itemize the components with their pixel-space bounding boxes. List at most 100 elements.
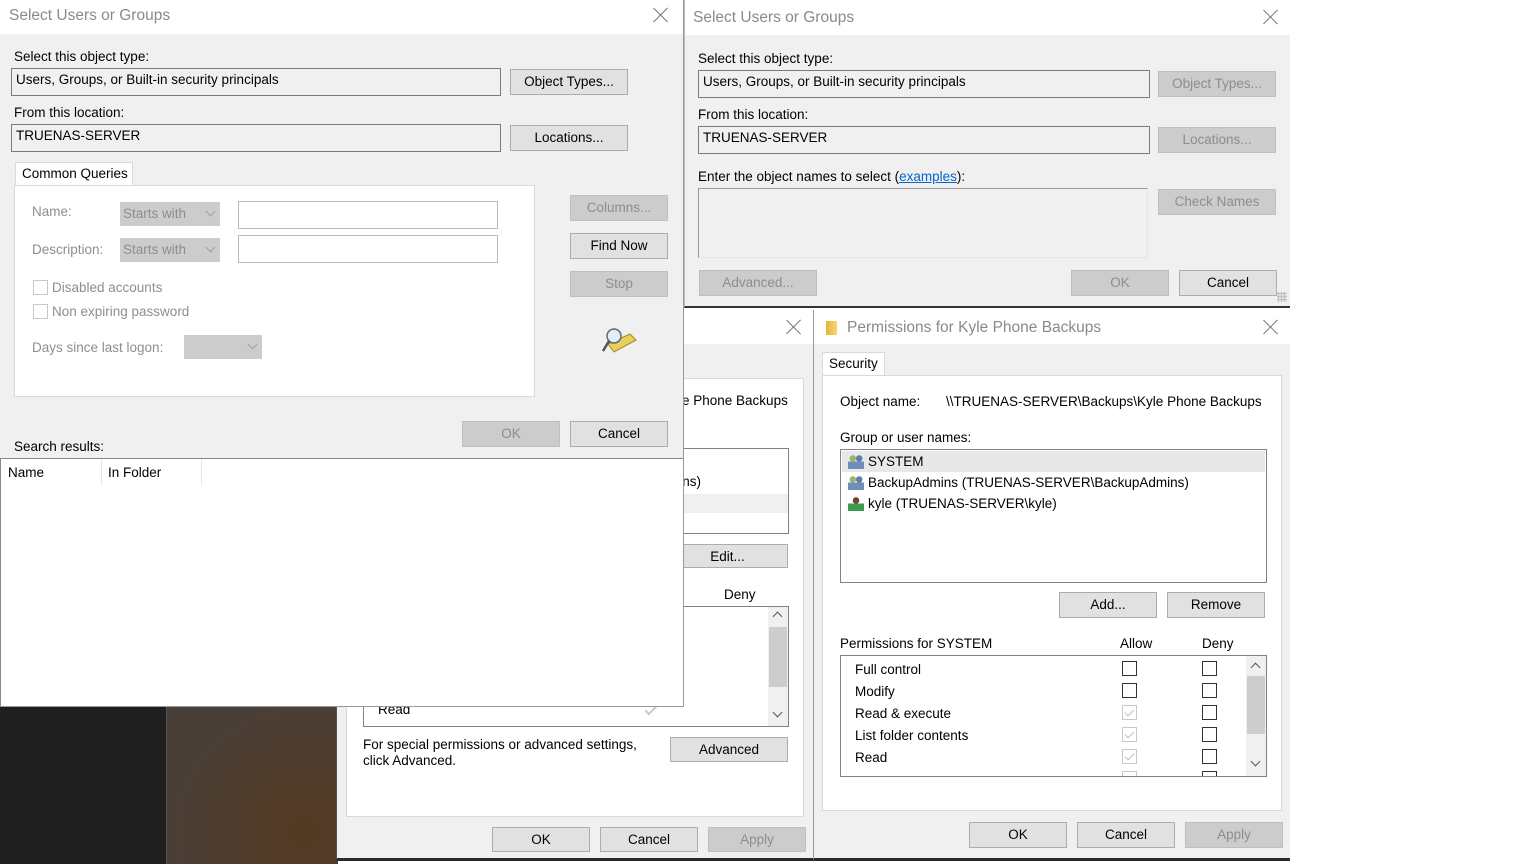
deny-checkbox[interactable] bbox=[1202, 683, 1217, 698]
locations-button: Locations... bbox=[1158, 127, 1276, 153]
ok-button: OK bbox=[462, 421, 560, 447]
security-panel: Object name: \\TRUENAS-SERVER\Backups\Ky… bbox=[822, 375, 1282, 811]
check-names-button: Check Names bbox=[1158, 189, 1276, 215]
column-header-name[interactable]: Name bbox=[8, 465, 44, 480]
object-type-label: Select this object type: bbox=[698, 51, 834, 66]
non-expiring-label: Non expiring password bbox=[52, 304, 190, 319]
find-now-button[interactable]: Find Now bbox=[570, 233, 668, 259]
chevron-down-icon bbox=[205, 242, 216, 253]
scrollbar[interactable] bbox=[768, 607, 788, 726]
tab-security[interactable]: Security bbox=[822, 352, 885, 376]
description-mode-dropdown: Starts with bbox=[120, 238, 220, 262]
location-field: TRUENAS-SERVER bbox=[698, 126, 1150, 154]
dialog-title: Select Users or Groups bbox=[693, 9, 855, 26]
search-results-list[interactable]: Name In Folder bbox=[0, 458, 683, 706]
permission-name: Read bbox=[855, 750, 888, 765]
days-label: Days since last logon: bbox=[32, 340, 164, 355]
user-list-item[interactable]: kyle (TRUENAS-SERVER\kyle) bbox=[842, 493, 1265, 514]
group-label: Group or user names: bbox=[840, 430, 972, 445]
deny-checkbox[interactable] bbox=[1202, 749, 1217, 764]
close-icon[interactable] bbox=[1263, 319, 1279, 335]
folder-icon bbox=[826, 321, 837, 335]
location-label: From this location: bbox=[698, 107, 809, 122]
object-name-fragment: e Phone Backups bbox=[682, 393, 788, 408]
common-queries-panel: Name: Starts with Description: Starts wi… bbox=[14, 185, 535, 397]
object-types-button[interactable]: Object Types... bbox=[510, 69, 628, 95]
allow-header: Allow bbox=[1120, 636, 1153, 651]
permission-list[interactable]: Full control Modify Read & execute List fol… bbox=[840, 655, 1267, 777]
column-header-in-folder[interactable]: In Folder bbox=[108, 465, 161, 480]
name-mode-value: Starts with bbox=[123, 206, 187, 221]
location-label: From this location: bbox=[14, 105, 125, 120]
name-mode-dropdown: Starts with bbox=[120, 202, 220, 226]
enter-names-prefix: Enter the object names to select ( bbox=[698, 169, 900, 184]
column-divider[interactable] bbox=[101, 459, 102, 485]
permissions-dialog: Permissions for Kyle Phone Backups Secur… bbox=[813, 310, 1290, 861]
chevron-down-icon bbox=[247, 339, 258, 350]
description-input[interactable] bbox=[238, 235, 498, 263]
desktop-wallpaper bbox=[166, 700, 338, 864]
search-results-label: Search results: bbox=[14, 439, 105, 454]
close-icon[interactable] bbox=[653, 7, 669, 23]
select-users-dialog-front: Select Users or Groups Select this objec… bbox=[0, 0, 684, 707]
apply-button: Apply bbox=[1185, 822, 1283, 848]
user-name: SYSTEM bbox=[868, 454, 924, 469]
tab-common-queries[interactable]: Common Queries bbox=[15, 162, 133, 186]
permission-name: Full control bbox=[855, 662, 922, 677]
allow-checkbox bbox=[1122, 749, 1137, 764]
description-mode-value: Starts with bbox=[123, 242, 187, 257]
stop-button: Stop bbox=[570, 271, 668, 297]
cancel-button[interactable]: Cancel bbox=[1077, 822, 1175, 848]
disabled-accounts-label: Disabled accounts bbox=[52, 280, 163, 295]
dialog-title: Permissions for Kyle Phone Backups bbox=[847, 319, 1102, 336]
remove-button[interactable]: Remove bbox=[1167, 592, 1265, 618]
allow-checkbox bbox=[1122, 727, 1137, 742]
disabled-accounts-checkbox bbox=[33, 280, 48, 295]
object-type-field: Users, Groups, or Built-in security prin… bbox=[11, 68, 501, 96]
group-icon bbox=[848, 454, 864, 469]
close-icon[interactable] bbox=[786, 319, 802, 335]
advanced-hint: For special permissions or advanced sett… bbox=[363, 737, 637, 768]
add-button[interactable]: Add... bbox=[1059, 592, 1157, 618]
user-icon bbox=[848, 496, 864, 511]
close-icon[interactable] bbox=[1263, 9, 1279, 25]
edit-button[interactable]: Edit... bbox=[667, 544, 788, 568]
user-list-item[interactable]: SYSTEM bbox=[842, 451, 1265, 472]
deny-checkbox[interactable] bbox=[1202, 705, 1217, 720]
checkbox-partial bbox=[1122, 771, 1137, 776]
non-expiring-checkbox bbox=[33, 304, 48, 319]
cancel-button[interactable]: Cancel bbox=[600, 827, 698, 852]
ok-button[interactable]: OK bbox=[969, 822, 1067, 848]
resize-grip[interactable] bbox=[1277, 292, 1287, 302]
ok-button[interactable]: OK bbox=[492, 827, 590, 852]
examples-link[interactable]: examples bbox=[899, 169, 957, 184]
location-field: TRUENAS-SERVER bbox=[11, 124, 501, 152]
deny-checkbox[interactable] bbox=[1202, 727, 1217, 742]
search-directory-icon bbox=[601, 328, 637, 353]
user-name: BackupAdmins (TRUENAS-SERVER\BackupAdmin… bbox=[868, 475, 1189, 490]
locations-button[interactable]: Locations... bbox=[510, 125, 628, 151]
select-users-dialog-back: Select Users or Groups Select this objec… bbox=[684, 0, 1290, 308]
apply-button: Apply bbox=[708, 827, 806, 852]
column-divider[interactable] bbox=[201, 459, 202, 485]
allow-checkbox[interactable] bbox=[1122, 661, 1137, 676]
object-names-input[interactable] bbox=[698, 188, 1148, 258]
object-name-value: \\TRUENAS-SERVER\Backups\Kyle Phone Back… bbox=[946, 394, 1262, 409]
cancel-button[interactable]: Cancel bbox=[1179, 270, 1277, 296]
deny-checkbox[interactable] bbox=[1202, 661, 1217, 676]
desktop-dark bbox=[0, 700, 166, 864]
object-name-label: Object name: bbox=[840, 394, 921, 409]
enter-names-suffix: ): bbox=[956, 169, 966, 184]
cancel-button[interactable]: Cancel bbox=[570, 421, 668, 447]
columns-button: Columns... bbox=[570, 195, 668, 221]
scrollbar[interactable] bbox=[1246, 656, 1266, 776]
user-list[interactable]: SYSTEM BackupAdmins (TRUENAS-SERVER\Backu… bbox=[840, 449, 1267, 583]
permission-name: Modify bbox=[855, 684, 895, 699]
chevron-down-icon bbox=[205, 206, 216, 217]
name-input[interactable] bbox=[238, 201, 498, 229]
user-list-item[interactable]: BackupAdmins (TRUENAS-SERVER\BackupAdmin… bbox=[842, 472, 1265, 493]
permission-name: Read & execute bbox=[855, 706, 952, 721]
permissions-header: Permissions for SYSTEM bbox=[840, 636, 993, 651]
advanced-button[interactable]: Advanced bbox=[670, 737, 788, 762]
allow-checkbox[interactable] bbox=[1122, 683, 1137, 698]
